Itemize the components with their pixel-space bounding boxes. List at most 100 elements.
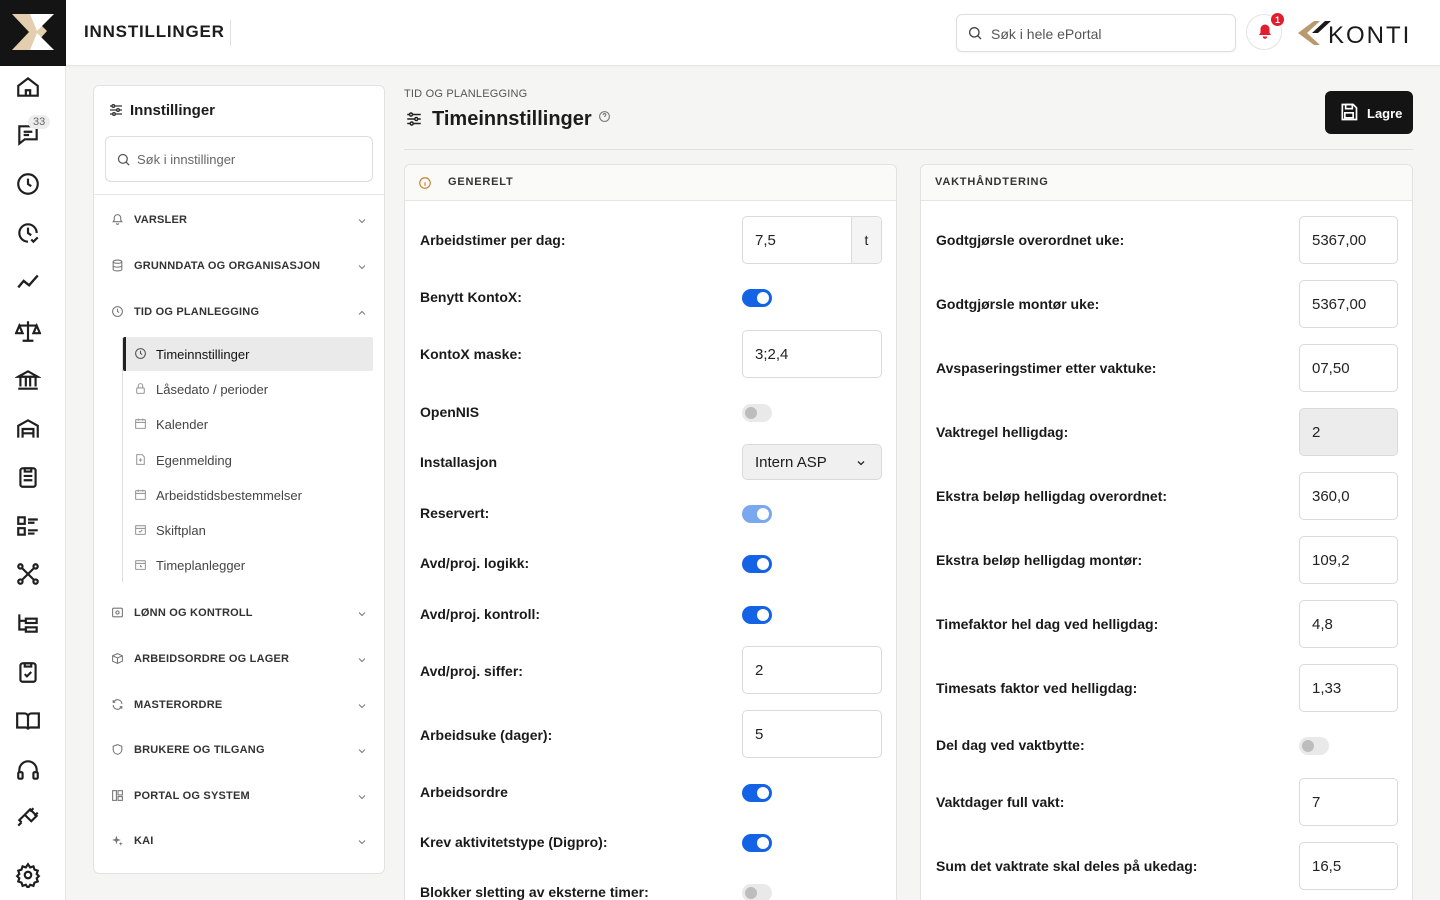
section-tid-og-planlegging[interactable]: TID OG PLANLEGGING <box>94 297 384 327</box>
checklist-icon[interactable] <box>15 513 41 539</box>
section-portal-og-system[interactable]: PORTAL OG SYSTEM <box>94 781 384 811</box>
settings-sidebar: Innstillinger Søk i innstillinger VARSLE… <box>93 85 385 874</box>
arbeidsordre-toggle[interactable] <box>742 784 772 802</box>
help-icon[interactable] <box>598 110 611 123</box>
field-label: OpenNIS <box>420 404 480 420</box>
sidebar-item-timeplanlegger[interactable]: Timeplanlegger <box>123 548 373 582</box>
field-label: Del dag ved vaktbytte: <box>936 737 1085 753</box>
clock-icon[interactable] <box>15 171 41 197</box>
trend-icon[interactable] <box>15 269 41 295</box>
breadcrumb: TID OG PLANLEGGING <box>404 88 528 100</box>
arbeidstimer-input[interactable]: 7,5 t <box>742 216 882 264</box>
calendar-icon <box>135 418 146 429</box>
global-search-input[interactable]: Søk i hele ePortal <box>956 14 1236 52</box>
clock-icon <box>112 306 123 317</box>
arbeidsuke-input[interactable]: 5 <box>742 710 882 758</box>
sidebar-item-kalender[interactable]: Kalender <box>123 407 373 441</box>
field-label: Vaktdager full vakt: <box>936 794 1065 810</box>
input-value: 16,5 <box>1312 858 1342 875</box>
opennis-toggle[interactable] <box>742 404 772 422</box>
kontox-maske-input[interactable]: 3;2,4 <box>742 330 882 378</box>
vaktdager-input[interactable]: 7 <box>1299 778 1398 826</box>
aktivitetstype-toggle[interactable] <box>742 834 772 852</box>
save-button[interactable]: Lagre <box>1325 91 1413 134</box>
settings-search-input[interactable]: Søk i innstillinger <box>105 136 373 182</box>
input-value: 5367,00 <box>1312 296 1367 313</box>
sidebar-item-timeinnstillinger[interactable]: Timeinnstillinger <box>123 337 373 371</box>
sidebar-item-arbeidstidsbestemmelser[interactable]: Arbeidstidsbestemmelser <box>123 478 373 512</box>
avd-proj-siffer-input[interactable]: 2 <box>742 646 882 694</box>
input-value: 4,8 <box>1312 616 1333 633</box>
bell-icon <box>112 214 123 225</box>
sidebar-item-skiftplan[interactable]: Skiftplan <box>123 513 373 547</box>
section-arbeidsordre-og-lager[interactable]: ARBEIDSORDRE OG LAGER <box>94 644 384 674</box>
tree-icon[interactable] <box>15 610 41 636</box>
network-icon[interactable] <box>15 561 41 587</box>
headset-icon[interactable] <box>15 757 41 783</box>
sidebar-item-egenmelding[interactable]: Egenmelding <box>123 443 373 477</box>
sum-vaktrate-input[interactable]: 16,5 <box>1299 842 1398 890</box>
plug-icon[interactable] <box>15 805 41 831</box>
avd-proj-logikk-toggle[interactable] <box>742 555 772 573</box>
sidebar-item-label: Skiftplan <box>156 523 206 538</box>
section-masterordre[interactable]: MASTERORDRE <box>94 690 384 720</box>
section-label: MASTERORDRE <box>134 699 223 711</box>
sidebar-item-label: Timeinnstillinger <box>156 347 250 362</box>
clipboard-list-icon[interactable] <box>15 464 41 490</box>
section-kai[interactable]: KAI <box>94 826 384 856</box>
del-dag-toggle[interactable] <box>1299 737 1329 755</box>
header-divider <box>404 149 1413 150</box>
godtgjorsle-overordnet-input[interactable]: 5367,00 <box>1299 216 1398 264</box>
scale-icon[interactable] <box>14 318 42 344</box>
book-icon[interactable] <box>15 708 41 734</box>
avspaseringstimer-input[interactable]: 07,50 <box>1299 344 1398 392</box>
section-grunndata[interactable]: GRUNNDATA OG ORGANISASJON <box>94 251 384 281</box>
section-varsler[interactable]: VARSLER <box>94 205 384 235</box>
sparkles-icon <box>112 835 123 846</box>
settings-icon[interactable] <box>15 862 41 890</box>
chevron-down-icon <box>358 840 366 845</box>
bank-icon[interactable] <box>14 367 42 393</box>
ekstra-belop-montor-input[interactable]: 109,2 <box>1299 536 1398 584</box>
sidebar-heading: Innstillinger <box>108 102 215 119</box>
time-check-icon[interactable] <box>15 220 41 246</box>
home-icon[interactable] <box>15 74 41 100</box>
section-label: KAI <box>134 835 154 847</box>
global-search-placeholder: Søk i hele ePortal <box>991 26 1102 42</box>
avd-proj-kontroll-toggle[interactable] <box>742 606 772 624</box>
input-value: 7,5 <box>755 232 776 249</box>
field-label: Avd/proj. kontroll: <box>420 606 541 622</box>
chevron-down-icon <box>358 265 366 270</box>
chevron-down-icon <box>358 704 366 709</box>
installasjon-select[interactable]: Intern ASP <box>742 444 882 480</box>
ekstra-belop-overordnet-input[interactable]: 360,0 <box>1299 472 1398 520</box>
clipboard-check-icon[interactable] <box>15 659 41 685</box>
field-label: Benytt KontoX: <box>420 289 522 305</box>
timefaktor-input[interactable]: 4,8 <box>1299 600 1398 648</box>
title-divider <box>230 20 231 46</box>
field-label: Ekstra beløp helligdag montør: <box>936 552 1143 568</box>
app-logo[interactable] <box>0 0 66 66</box>
input-value: 3;2,4 <box>755 346 789 363</box>
field-label: Sum det vaktrate skal deles på ukedag: <box>936 858 1198 874</box>
layout-icon <box>112 790 123 801</box>
field-label: Vaktregel helligdag: <box>936 424 1069 440</box>
reservert-toggle[interactable] <box>742 505 772 523</box>
kontox-toggle[interactable] <box>742 289 772 307</box>
card-vakthandtering: VAKTHÅNDTERING Godtgjørsle overordnet uk… <box>920 164 1413 900</box>
card-generelt: GENERELT Arbeidstimer per dag: 7,5 t Ben… <box>404 164 897 900</box>
timesats-faktor-input[interactable]: 1,33 <box>1299 664 1398 712</box>
save-icon <box>1341 103 1358 121</box>
section-brukere-og-tilgang[interactable]: BRUKERE OG TILGANG <box>94 735 384 765</box>
chevron-down-icon <box>358 612 366 617</box>
warehouse-icon[interactable] <box>15 416 41 442</box>
sidebar-item-lasedato[interactable]: Låsedato / perioder <box>123 372 373 406</box>
input-value: 360,0 <box>1312 488 1350 505</box>
chevron-down-icon <box>358 219 366 224</box>
section-label: BRUKERE OG TILGANG <box>134 744 265 756</box>
unit-suffix: t <box>851 217 881 263</box>
godtgjorsle-montor-input[interactable]: 5367,00 <box>1299 280 1398 328</box>
blokker-sletting-toggle[interactable] <box>742 884 772 900</box>
icon-rail: 33 <box>0 0 66 900</box>
section-lonn-og-kontroll[interactable]: LØNN OG KONTROLL <box>94 598 384 628</box>
